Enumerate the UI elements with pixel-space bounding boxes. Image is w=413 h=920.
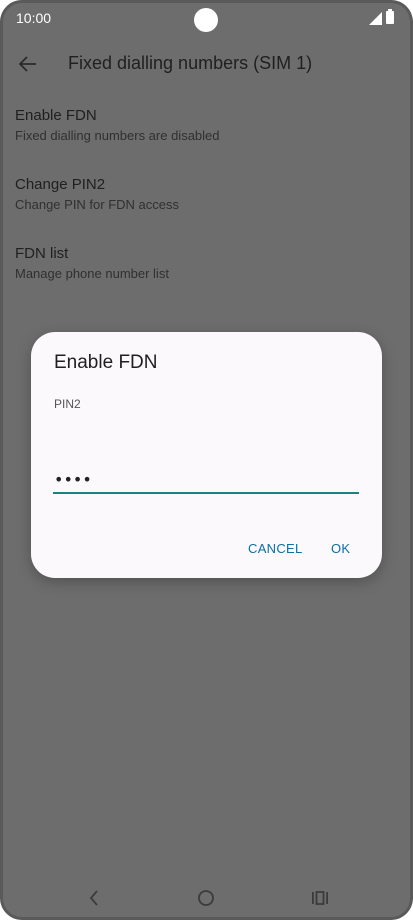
nav-home-button[interactable]	[192, 886, 220, 910]
status-bar: 10:00	[0, 0, 413, 38]
app-bar: Fixed dialling numbers (SIM 1)	[0, 40, 413, 88]
phone-screen: 10:00 Fixed dialling numbers (SIM 1) Ena…	[0, 0, 413, 920]
page-title: Fixed dialling numbers (SIM 1)	[68, 53, 313, 73]
battery-icon	[386, 9, 394, 24]
setting-change-pin2[interactable]: Change PIN2 Change PIN for FDN access	[15, 175, 395, 214]
signal-icon	[369, 12, 382, 25]
back-button[interactable]	[12, 48, 44, 80]
circle-home-icon	[198, 890, 214, 906]
cancel-button[interactable]: CANCEL	[248, 541, 303, 556]
pin2-label: PIN2	[54, 397, 81, 411]
setting-subtitle: Manage phone number list	[15, 266, 169, 281]
navigation-bar	[0, 872, 413, 920]
setting-subtitle: Fixed dialling numbers are disabled	[15, 128, 220, 143]
status-time: 10:00	[16, 10, 52, 26]
recents-bars-icon	[312, 891, 328, 905]
chevron-left-icon	[89, 890, 98, 906]
setting-fdn-list[interactable]: FDN list Manage phone number list	[15, 244, 395, 283]
setting-enable-fdn[interactable]: Enable FDN Fixed dialling numbers are di…	[15, 106, 395, 145]
nav-recents-button[interactable]	[306, 886, 334, 910]
front-camera	[194, 8, 218, 32]
nav-back-button[interactable]	[80, 886, 108, 910]
setting-subtitle: Change PIN for FDN access	[15, 197, 180, 212]
dialog-title: Enable FDN	[54, 352, 158, 373]
setting-title: Enable FDN	[15, 107, 97, 124]
ok-button[interactable]: OK	[331, 541, 350, 556]
enable-fdn-dialog: Enable FDN PIN2 CANCEL OK	[31, 332, 382, 578]
setting-title: Change PIN2	[15, 176, 106, 193]
setting-title: FDN list	[15, 245, 69, 262]
arrow-left-icon	[19, 56, 36, 72]
pin2-input[interactable]	[53, 466, 359, 494]
